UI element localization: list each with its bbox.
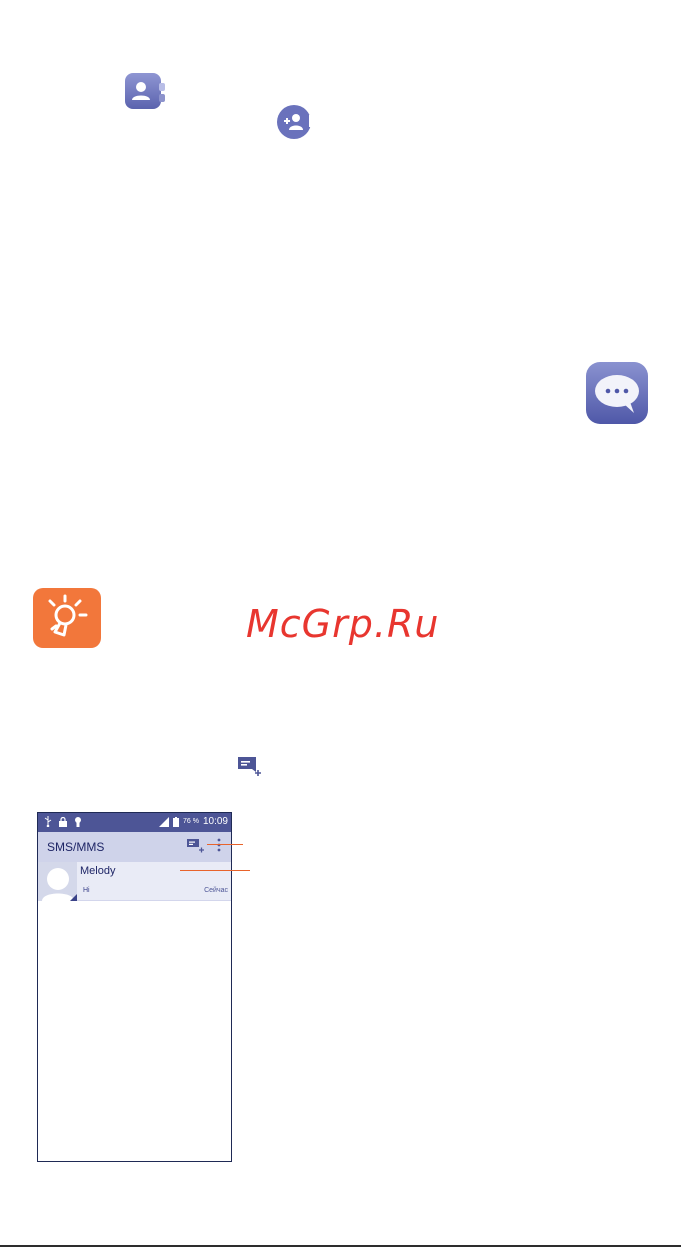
battery-level: 76 % [183, 818, 199, 825]
messaging-app-icon [586, 362, 648, 424]
battery-icon [173, 816, 179, 827]
signal-icon [159, 816, 169, 827]
contacts-app-icon [125, 73, 165, 109]
new-message-button[interactable] [187, 839, 204, 854]
clock: 10:09 [202, 816, 228, 827]
app-bar: SMS/MMS [38, 832, 231, 862]
usb-icon [44, 816, 52, 827]
watermark: McGrp.Ru [246, 602, 440, 646]
android-icon [75, 816, 81, 827]
message-snippet: Hi [83, 887, 90, 894]
avatar [38, 862, 77, 901]
callout-line-new-message [207, 844, 243, 845]
more-options-button[interactable] [216, 837, 222, 853]
message-time: Сейчас [204, 887, 228, 894]
lock-icon [59, 816, 67, 827]
callout-line-conversation [180, 870, 250, 871]
contact-name: Melody [80, 865, 116, 877]
default-avatar-icon [42, 868, 77, 901]
status-bar: 76 % 10:09 [38, 813, 231, 832]
conversation-row[interactable]: Melody Hi Сейчас [38, 862, 231, 901]
more-vert-icon [217, 838, 221, 852]
new-message-icon [187, 839, 204, 853]
add-contact-icon [277, 105, 313, 139]
bottom-rule [0, 1245, 681, 1247]
phone-screenshot: 76 % 10:09 SMS/MMS Melody Hi Сейчас [37, 812, 232, 1162]
new-message-icon [238, 757, 262, 777]
app-title: SMS/MMS [47, 840, 105, 854]
lightbulb-icon [33, 588, 101, 648]
